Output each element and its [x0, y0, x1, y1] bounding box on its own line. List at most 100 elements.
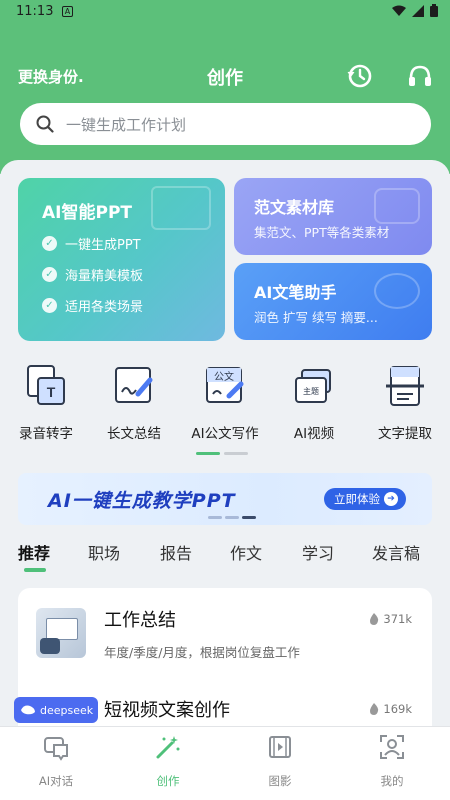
- nav-profile[interactable]: 我的: [352, 733, 432, 789]
- transcribe-icon: T: [24, 364, 68, 408]
- item-thumbnail: [36, 608, 86, 658]
- chat-bubble-decoration: [374, 273, 420, 309]
- usage-count-value: 169k: [383, 702, 412, 716]
- bottom-navigation: AI对话 创作 图影 我的: [0, 726, 450, 800]
- banner-dot-active: [242, 516, 256, 519]
- battery-icon: [430, 4, 438, 17]
- nav-label: 创作: [156, 774, 180, 788]
- video-icon: 主题: [292, 364, 336, 408]
- page-dot: [224, 452, 248, 455]
- promo-banner[interactable]: AI一键生成教学PPT 立即体验 ➔: [18, 473, 432, 525]
- tab-speech[interactable]: 发言稿: [372, 540, 420, 564]
- headset-icon: [409, 65, 431, 86]
- item-title: 短视频文案创作: [104, 700, 230, 721]
- search-bar[interactable]: 一键生成工作计划: [20, 103, 431, 145]
- flame-icon: [370, 613, 379, 625]
- banner-page-indicator: [208, 516, 256, 519]
- film-icon: [269, 736, 291, 758]
- nav-label: 我的: [380, 774, 404, 788]
- svg-text:公文: 公文: [214, 370, 234, 383]
- item-usage-count: 371k: [369, 612, 412, 626]
- check-icon: ✓: [42, 298, 57, 313]
- ppt-feature-label: 海量精美模板: [65, 269, 144, 284]
- ppt-feature-item: ✓ 一键生成PPT: [42, 234, 141, 253]
- ppt-feature-label: 适用各类场景: [65, 300, 144, 315]
- status-bar: 11:13 A: [0, 0, 450, 24]
- profile-icon: [380, 735, 404, 759]
- item-description: 年度/季度/月度，根据岗位复盘工作: [104, 645, 300, 660]
- tab-essay[interactable]: 作文: [230, 540, 262, 564]
- usage-count-value: 371k: [383, 612, 412, 626]
- nav-create[interactable]: 创作: [128, 733, 208, 789]
- tool-label: 文字提取: [378, 426, 432, 442]
- tools-page-indicator: [196, 452, 248, 455]
- tool-label: 长文总结: [107, 426, 161, 442]
- nav-media[interactable]: 图影: [240, 733, 320, 789]
- tab-report[interactable]: 报告: [160, 540, 192, 564]
- tab-recommend[interactable]: 推荐: [18, 540, 50, 564]
- writing-assistant-card[interactable]: AI文笔助手 润色 扩写 续写 摘要...: [234, 263, 432, 340]
- deepseek-label: deepseek: [40, 703, 94, 717]
- ppt-feature-item: ✓ 海量精美模板: [42, 265, 143, 284]
- banner-dot: [208, 516, 222, 519]
- text-extract-icon: [383, 364, 427, 408]
- header: 更换身份. 创作: [0, 24, 450, 174]
- tool-label: AI公文写作: [191, 426, 259, 442]
- active-tab-indicator: [24, 568, 46, 572]
- tab-study[interactable]: 学习: [302, 540, 334, 564]
- official-doc-icon: 公文: [203, 364, 247, 408]
- template-library-subtitle: 集范文、PPT等各类素材: [254, 225, 390, 240]
- svg-text:主题: 主题: [303, 386, 319, 396]
- flame-icon: [370, 703, 379, 715]
- magic-wand-icon: [156, 736, 180, 759]
- system-icons: [392, 4, 438, 17]
- tool-transcribe[interactable]: T 录音转字: [3, 364, 89, 442]
- template-library-title: 范文素材库: [254, 198, 335, 217]
- customer-service-button[interactable]: [406, 62, 434, 90]
- tool-text-extract[interactable]: 文字提取: [362, 364, 448, 442]
- check-icon: ✓: [42, 236, 57, 251]
- history-icon: [347, 64, 372, 88]
- try-now-label: 立即体验: [334, 492, 380, 506]
- tool-ai-video[interactable]: 主题 AI视频: [271, 364, 357, 442]
- page-dot-active: [196, 452, 220, 455]
- category-tabs: 推荐 职场 报告 作文 学习 发言稿: [0, 540, 450, 574]
- banner-text: AI一键生成教学PPT: [48, 490, 236, 512]
- ppt-decoration: [151, 186, 211, 230]
- library-decoration: [374, 188, 420, 224]
- tool-official-doc[interactable]: 公文 AI公文写作: [182, 364, 268, 442]
- writing-assistant-title: AI文笔助手: [254, 283, 337, 302]
- search-icon: [36, 115, 54, 133]
- signal-icon: [412, 4, 424, 17]
- nav-label: AI对话: [38, 774, 74, 788]
- status-time: 11:13: [16, 4, 54, 19]
- nav-ai-chat[interactable]: AI对话: [16, 733, 96, 789]
- search-placeholder: 一键生成工作计划: [66, 115, 187, 134]
- chat-icon: [44, 737, 68, 761]
- arrow-right-icon: ➔: [384, 492, 398, 506]
- ppt-feature-label: 一键生成PPT: [65, 238, 141, 253]
- long-summary-icon: [112, 364, 156, 408]
- template-library-card[interactable]: 范文素材库 集范文、PPT等各类素材: [234, 178, 432, 255]
- notification-a-icon: A: [62, 6, 73, 17]
- ai-ppt-card[interactable]: AI智能PPT ✓ 一键生成PPT ✓ 海量精美模板 ✓ 适用各类场景: [18, 178, 225, 341]
- history-button[interactable]: [346, 62, 374, 90]
- tab-workplace[interactable]: 职场: [88, 540, 120, 564]
- svg-text:T: T: [47, 384, 56, 400]
- check-icon: ✓: [42, 267, 57, 282]
- ppt-feature-item: ✓ 适用各类场景: [42, 296, 143, 315]
- wifi-icon: [392, 5, 406, 16]
- deepseek-badge[interactable]: deepseek: [14, 697, 98, 723]
- item-usage-count: 169k: [369, 702, 412, 716]
- nav-label: 图影: [268, 774, 292, 788]
- tool-long-summary[interactable]: 长文总结: [91, 364, 177, 442]
- try-now-button[interactable]: 立即体验 ➔: [324, 488, 406, 510]
- tool-label: 录音转字: [19, 426, 73, 442]
- tool-label: AI视频: [293, 426, 335, 442]
- whale-icon: [21, 705, 35, 715]
- writing-assistant-subtitle: 润色 扩写 续写 摘要...: [254, 310, 378, 325]
- item-title: 工作总结: [104, 610, 176, 631]
- banner-dot: [225, 516, 239, 519]
- page-title: 创作: [207, 68, 243, 89]
- ai-ppt-title: AI智能PPT: [42, 203, 132, 223]
